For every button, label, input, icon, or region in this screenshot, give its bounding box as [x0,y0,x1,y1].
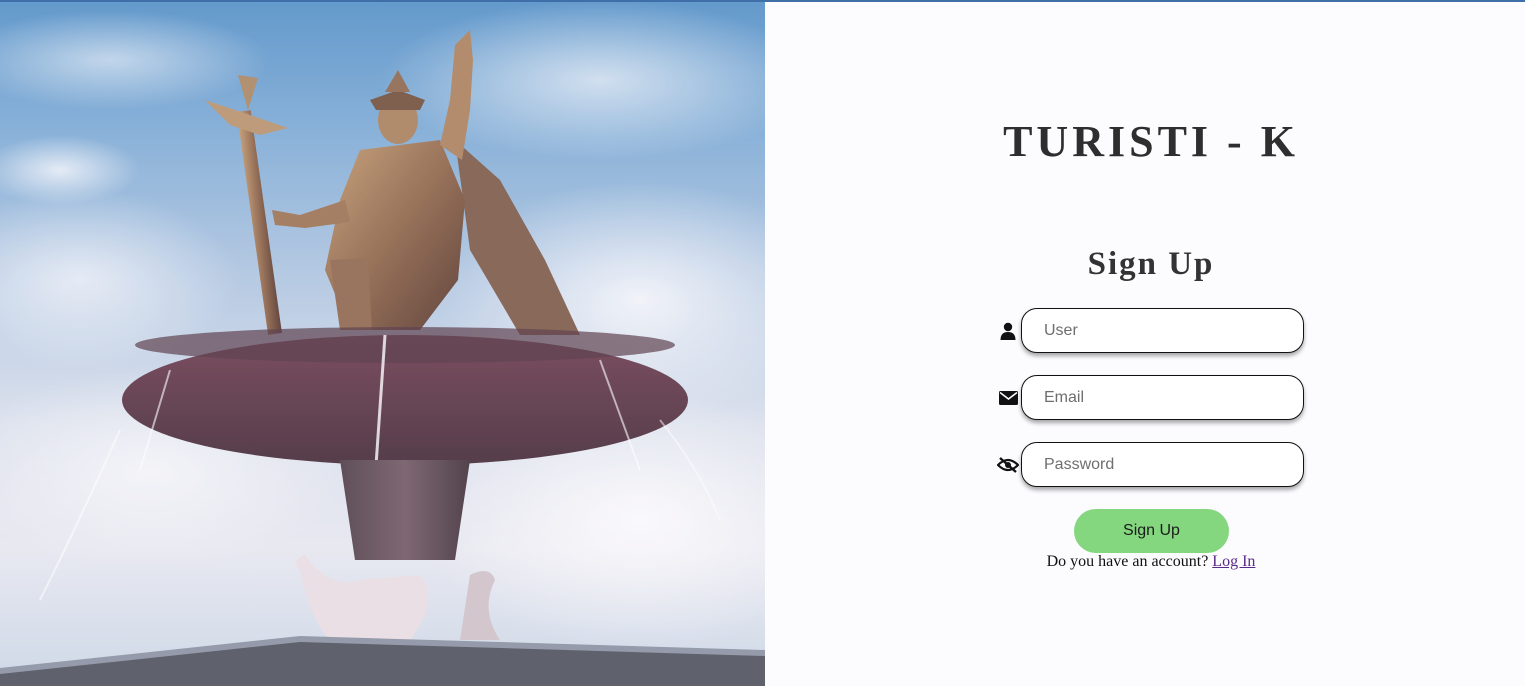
brand-title: TURISTI - K [1003,117,1299,166]
user-icon [997,320,1019,342]
email-input[interactable] [1021,375,1304,420]
signup-button[interactable]: Sign Up [1074,509,1229,553]
statue-fountain-illustration [0,0,765,686]
user-input[interactable] [1021,308,1304,353]
login-link[interactable]: Log In [1212,553,1255,570]
signup-page: TURISTI - K Sign Up User Email Sign Up D… [0,0,1525,686]
password-input[interactable] [1021,442,1304,487]
login-prompt-line: Do you have an account? Log In [765,553,1525,571]
login-prompt-text: Do you have an account? [1046,553,1209,570]
user-field-row [997,308,1304,353]
eye-slash-icon[interactable] [997,454,1019,476]
form-title: Sign Up [1087,246,1215,282]
top-border [0,0,1525,2]
signup-panel: TURISTI - K Sign Up User Email Sign Up D… [765,0,1525,686]
hero-image [0,0,765,686]
envelope-icon [997,387,1019,409]
password-field-row[interactable] [997,442,1304,487]
email-field-row [997,375,1304,420]
